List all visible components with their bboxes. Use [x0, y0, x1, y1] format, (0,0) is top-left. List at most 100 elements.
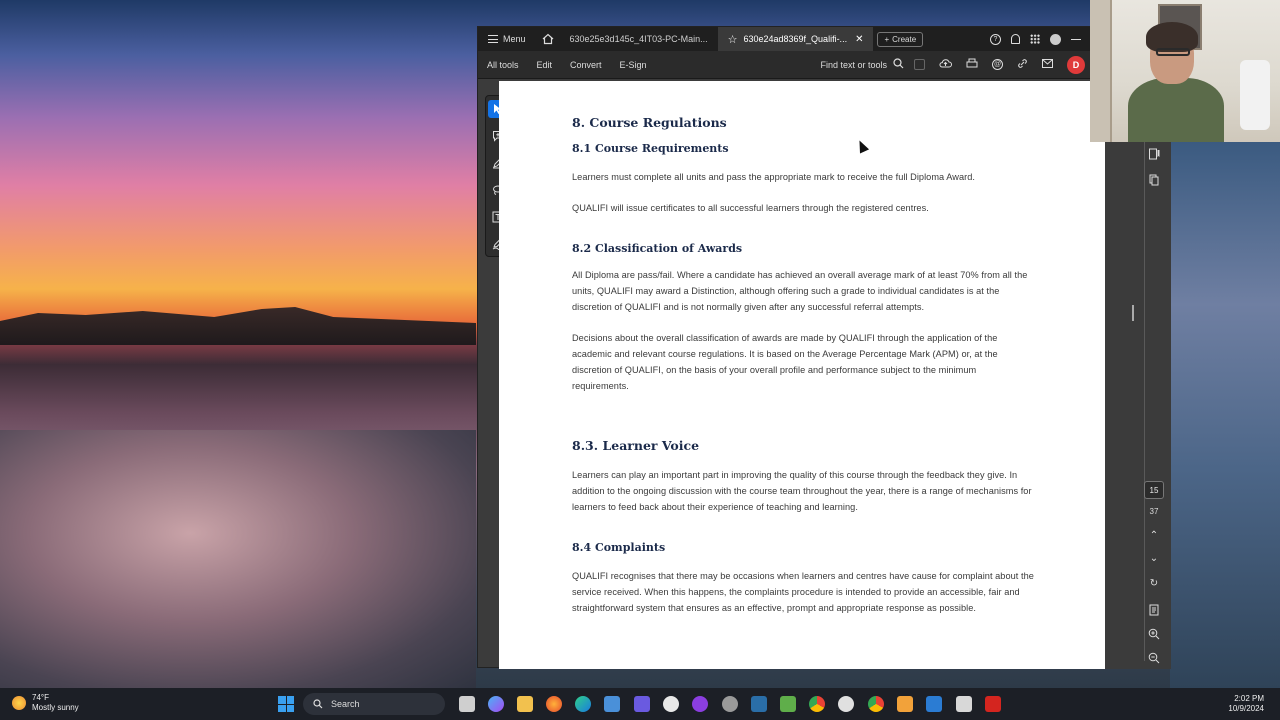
- webcam-glasses: [1156, 48, 1190, 56]
- page-content: 8. Course Regulations 8.1 Course Require…: [572, 115, 1034, 616]
- print-icon[interactable]: [966, 58, 978, 71]
- sun-icon: [12, 696, 26, 710]
- ai-assistant-icon[interactable]: @: [992, 59, 1003, 70]
- copilot-icon[interactable]: [488, 696, 504, 712]
- weather-text: 74°F Mostly sunny: [32, 693, 79, 713]
- edge-icon[interactable]: [575, 696, 591, 712]
- zoom-out-icon[interactable]: [1148, 651, 1160, 664]
- save-icon[interactable]: [914, 59, 925, 70]
- acrobat-icon[interactable]: [985, 696, 1001, 712]
- store-icon[interactable]: [604, 696, 620, 712]
- clock-time: 2:02 PM: [1234, 694, 1264, 703]
- tab-document-1[interactable]: 630e25e3d145c_4IT03-PC-Main...: [560, 27, 718, 51]
- toolbar-icons: @ D: [914, 55, 1091, 74]
- app-green-icon[interactable]: [780, 696, 796, 712]
- paragraph-complaints: QUALIFI recognises that there may be occ…: [572, 571, 1034, 613]
- app-orange-icon[interactable]: [897, 696, 913, 712]
- tab-bar: Menu 630e25e3d145c_4IT03-PC-Main... ☆ 63…: [478, 27, 1091, 51]
- acrobat-window: Menu 630e25e3d145c_4IT03-PC-Main... ☆ 63…: [477, 26, 1171, 669]
- esign-button[interactable]: E-Sign: [611, 60, 656, 70]
- chrome-profile-icon[interactable]: [868, 696, 884, 712]
- create-label: Create: [892, 34, 917, 44]
- paragraph-course-requirements: Learners must complete all units and pas…: [572, 172, 976, 182]
- settings-icon[interactable]: [722, 696, 738, 712]
- heading-classification-of-awards: 8.2 Classification of Awards: [572, 242, 743, 255]
- current-page-field[interactable]: 15: [1144, 481, 1164, 499]
- link-icon[interactable]: [1017, 58, 1028, 71]
- apps-grid-icon[interactable]: [1030, 34, 1040, 44]
- minimize-icon[interactable]: [1071, 38, 1081, 40]
- heading-course-requirements: 8.1 Course Requirements: [572, 142, 729, 155]
- help-icon[interactable]: ?: [990, 33, 1001, 45]
- page-thumbnail-icon[interactable]: [1148, 603, 1160, 616]
- heading-learner-voice: 8.3. Learner Voice: [572, 438, 700, 453]
- visual-studio-icon[interactable]: [634, 696, 650, 712]
- app-purple-icon[interactable]: [692, 696, 708, 712]
- weather-widget[interactable]: 74°F Mostly sunny: [12, 693, 79, 713]
- weather-temp: 74°F: [32, 693, 49, 702]
- system-clock[interactable]: 2:02 PM 10/9/2024: [1228, 694, 1264, 714]
- file-explorer-icon[interactable]: [517, 696, 533, 712]
- home-icon[interactable]: [542, 33, 554, 45]
- find-text-or-tools[interactable]: Find text or tools: [820, 58, 914, 71]
- account-avatar[interactable]: [1050, 33, 1061, 45]
- main-toolbar: All tools Edit Convert E-Sign Find text …: [478, 51, 1091, 79]
- word-icon[interactable]: [926, 696, 942, 712]
- zoom-in-icon[interactable]: [1148, 627, 1160, 640]
- close-icon[interactable]: ✕: [855, 34, 863, 45]
- star-icon[interactable]: ☆: [728, 33, 738, 46]
- profile-badge[interactable]: D: [1067, 55, 1085, 74]
- paragraph-learner-voice: Learners can play an important part in i…: [572, 470, 1032, 512]
- menu-button[interactable]: Menu: [478, 27, 536, 51]
- app-shield-icon[interactable]: [663, 696, 679, 712]
- webcam-overlay: [1090, 0, 1280, 142]
- windows-start-icon[interactable]: [278, 696, 294, 712]
- find-label: Find text or tools: [820, 59, 887, 70]
- search-icon: [313, 699, 323, 709]
- tab-label: 630e25e3d145c_4IT03-PC-Main...: [569, 34, 708, 44]
- previous-page-icon[interactable]: ⌃: [1147, 530, 1161, 541]
- search-icon: [893, 58, 904, 71]
- paragraph-classification-1: All Diploma are pass/fail. Where a candi…: [572, 270, 1028, 312]
- upload-cloud-icon[interactable]: [939, 58, 952, 71]
- next-page-icon[interactable]: ⌄: [1147, 553, 1161, 564]
- taskbar-search[interactable]: Search: [303, 693, 445, 715]
- paragraph-certificates: QUALIFI will issue certificates to all s…: [572, 203, 929, 213]
- scrollbar-thumb[interactable]: [1132, 305, 1134, 321]
- heading-complaints: 8.4 Complaints: [572, 541, 666, 554]
- heading-course-regulations: 8. Course Regulations: [572, 115, 727, 130]
- task-view-icon[interactable]: [459, 696, 475, 712]
- taskbar: 74°F Mostly sunny Search 2:02 PM 10/9/20…: [0, 688, 1280, 720]
- tab-document-2[interactable]: ☆ 630e24ad8369f_Qualifi-... ✕: [717, 27, 874, 51]
- app-blue-icon[interactable]: [751, 696, 767, 712]
- window-icons: ?: [990, 33, 1091, 45]
- clock-date: 10/9/2024: [1228, 704, 1264, 713]
- document-page[interactable]: 8. Course Regulations 8.1 Course Require…: [499, 81, 1105, 669]
- all-tools-button[interactable]: All tools: [478, 60, 528, 70]
- webcam-door: [1090, 0, 1112, 142]
- rotate-icon[interactable]: ↻: [1147, 578, 1161, 589]
- weather-condition: Mostly sunny: [32, 703, 79, 712]
- create-button[interactable]: + Create: [877, 31, 924, 47]
- total-pages: 37: [1149, 507, 1159, 516]
- convert-button[interactable]: Convert: [561, 60, 611, 70]
- firefox-icon[interactable]: [546, 696, 562, 712]
- search-label: Search: [331, 699, 360, 709]
- plus-icon: +: [884, 34, 890, 44]
- webcam-background-item: [1240, 60, 1270, 130]
- webcam-person-body: [1128, 78, 1224, 142]
- email-icon[interactable]: [1042, 59, 1053, 70]
- app-window-icon[interactable]: [956, 696, 972, 712]
- pages-panel-icon[interactable]: [1148, 173, 1160, 186]
- bell-icon[interactable]: [1011, 34, 1020, 44]
- github-icon[interactable]: [838, 696, 854, 712]
- bookmark-panel-icon[interactable]: [1148, 147, 1160, 160]
- right-sidebar: [1105, 81, 1171, 669]
- chrome-icon[interactable]: [809, 696, 825, 712]
- edit-button[interactable]: Edit: [528, 60, 562, 70]
- wallpaper-beach: [0, 430, 476, 688]
- hamburger-icon: [488, 35, 498, 43]
- menu-label: Menu: [503, 34, 526, 44]
- paragraph-classification-2: Decisions about the overall classificati…: [572, 333, 998, 391]
- wallpaper-right-strip: [1170, 140, 1280, 688]
